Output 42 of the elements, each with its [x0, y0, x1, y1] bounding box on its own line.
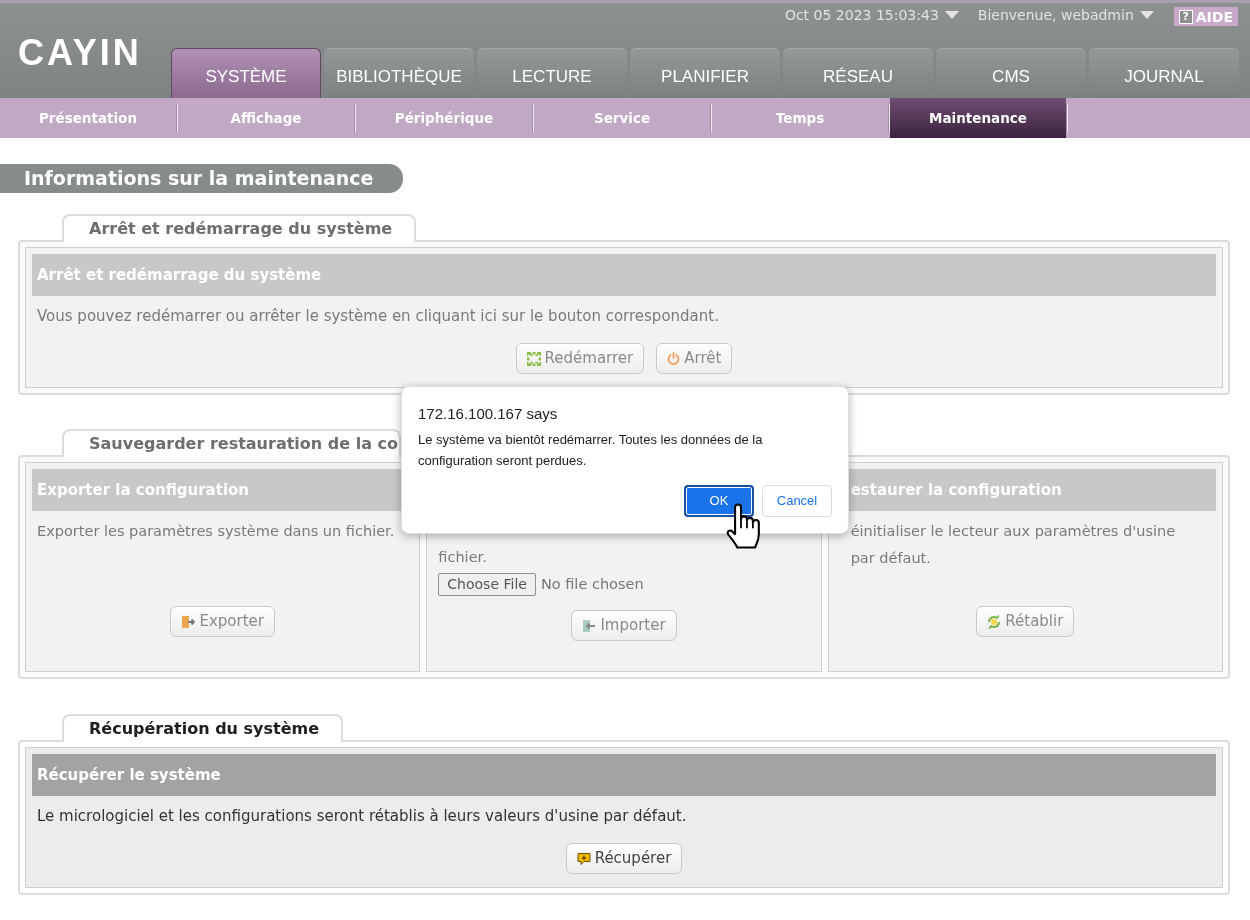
description-text: Le micrologiciel et les configurations seront rétablis à leurs valeurs d'usine par défaut. — [36, 806, 688, 827]
nav-tab[interactable]: JOURNAL — [1089, 48, 1239, 98]
speech-bubble-icon — [576, 851, 591, 866]
file-arrow-icon — [582, 618, 597, 633]
subnav-tab[interactable]: Présentation — [0, 98, 176, 138]
description-text: éinitialiser le lecteur aux paramètres d'usine par défaut. — [849, 522, 1177, 568]
compress-icon — [526, 351, 541, 366]
caret-down-icon — [1139, 11, 1154, 19]
subnav-tab[interactable]: Affichage — [178, 98, 354, 138]
file-arrow-icon — [181, 614, 196, 629]
refresh-icon — [987, 614, 1002, 629]
section-legend: Sauvegarder restauration de la co — [62, 429, 401, 457]
cancel-button[interactable]: Cancel — [762, 485, 832, 517]
nav-tab[interactable]: LECTURE — [477, 48, 627, 98]
panel-header: Récupérer le système — [37, 764, 221, 786]
caret-down-icon — [944, 11, 959, 19]
nav-tab[interactable]: PLANIFIER — [630, 48, 780, 98]
description-text: Exporter les paramètres système dans un fichier. — [36, 522, 396, 541]
subnav-tab[interactable]: Périphérique — [356, 98, 532, 138]
nav-tab[interactable]: RÉSEAU — [783, 48, 933, 98]
section-legend: Arrêt et redémarrage du système — [62, 214, 417, 242]
dialog-title: 172.16.100.167 says — [418, 404, 559, 424]
nav-tab[interactable]: SYSTÈME — [171, 48, 321, 98]
subnav-tab[interactable]: Temps — [712, 98, 888, 138]
page-title: Informations sur la maintenance — [0, 164, 403, 193]
brand-logo: CAYIN — [18, 38, 143, 68]
ok-button[interactable]: OK — [684, 485, 754, 517]
file-status-text: No file chosen — [540, 574, 644, 594]
recover-button[interactable]: Récupérer — [565, 843, 683, 874]
user-menu-dropdown[interactable]: Bienvenue, webadmin — [977, 5, 1154, 25]
nav-tab[interactable]: BIBLIOTHÈQUE — [324, 48, 474, 98]
dialog-message: Le système va bientôt redémarrer. Toutes les données de la configuration seront perdues. — [418, 431, 764, 470]
nav-tab[interactable]: CMS — [936, 48, 1086, 98]
description-text: Vous pouvez redémarrer ou arrêter le système en cliquant ici sur le bouton correspondant. — [36, 306, 720, 327]
help-icon: ? — [1178, 9, 1193, 24]
subnav-tab[interactable]: Service — [534, 98, 710, 138]
datetime-dropdown[interactable]: Oct 05 2023 15:03:43 — [784, 5, 959, 25]
section-legend: Récupération du système — [62, 714, 344, 742]
help-button[interactable]: ? AIDE — [1173, 7, 1238, 26]
description-text: fichier. — [437, 548, 488, 567]
power-icon — [667, 352, 681, 365]
subnav-tab[interactable]: Maintenance — [890, 98, 1066, 138]
